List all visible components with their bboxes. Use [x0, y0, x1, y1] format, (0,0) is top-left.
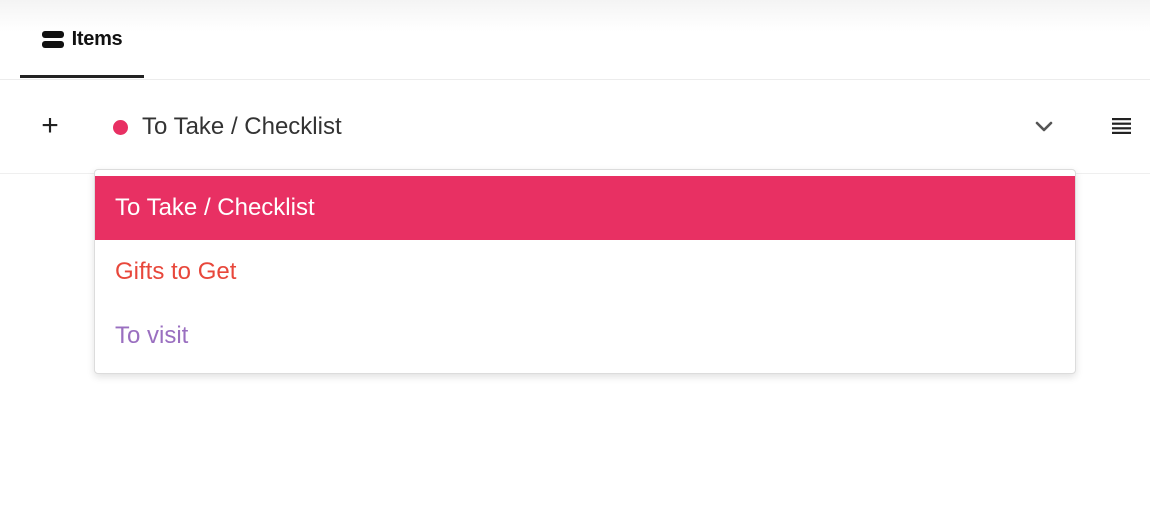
dropdown-option-label: Gifts to Get — [115, 258, 237, 285]
dropdown-option[interactable]: To visit — [95, 304, 1075, 368]
active-tab-indicator — [20, 75, 144, 78]
tab-items[interactable]: Items — [20, 0, 144, 79]
dropdown-option-label: To Take / Checklist — [115, 194, 315, 221]
list-view-icon[interactable] — [1106, 115, 1136, 139]
dropdown-option[interactable]: To Take / Checklist — [95, 176, 1075, 240]
dropdown-option[interactable]: Gifts to Get — [95, 240, 1075, 304]
list-selector-label: To Take / Checklist — [142, 113, 342, 140]
add-button[interactable]: + — [32, 108, 68, 144]
tab-items-label: Items — [71, 28, 123, 50]
app-root: Items + To Take / Checklist To Take / Ch… — [0, 0, 1150, 528]
list-toolbar: + To Take / Checklist — [0, 80, 1150, 174]
chevron-down-icon[interactable] — [1032, 114, 1056, 138]
dropdown-option-label: To visit — [115, 322, 189, 349]
list-color-dot — [113, 119, 128, 135]
items-icon — [41, 31, 64, 48]
tab-bar: Items — [0, 0, 1150, 80]
list-dropdown: To Take / Checklist Gifts to Get To visi… — [94, 169, 1076, 374]
list-selector[interactable]: To Take / Checklist — [104, 100, 1074, 154]
